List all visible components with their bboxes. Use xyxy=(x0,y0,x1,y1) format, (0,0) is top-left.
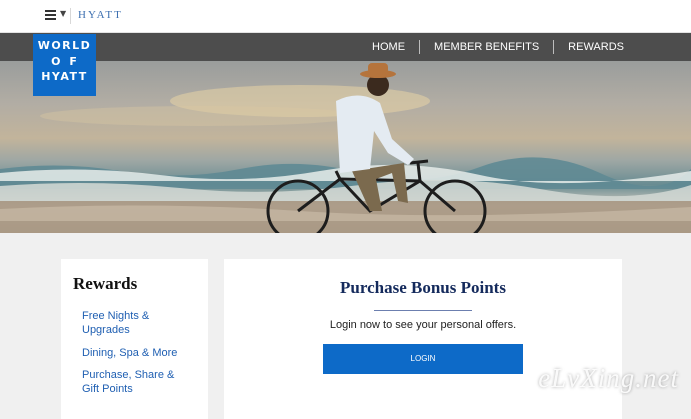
nav-rewards[interactable]: REWARDS xyxy=(554,41,638,54)
rewards-sidebar: Rewards Free Nights & Upgrades Dining, S… xyxy=(61,259,208,419)
sidebar-link-free-nights[interactable]: Free Nights & Upgrades xyxy=(82,310,192,337)
world-of-hyatt-logo[interactable]: WORLD OF HYATT xyxy=(33,34,96,96)
login-button[interactable]: LOGIN xyxy=(323,344,523,374)
hero-image xyxy=(0,61,691,233)
purchase-points-panel: Purchase Bonus Points Login now to see y… xyxy=(224,259,622,419)
logo-line: HYATT xyxy=(33,69,96,85)
nav-member-benefits[interactable]: MEMBER BENEFITS xyxy=(420,41,553,54)
logo-line: OF xyxy=(33,54,96,70)
hamburger-icon[interactable] xyxy=(45,10,56,20)
hyatt-brand-link[interactable]: HYATT xyxy=(78,9,123,21)
top-bar: ▼ HYATT xyxy=(0,0,691,33)
watermark: eLvXing.net xyxy=(538,363,679,394)
divider xyxy=(374,310,472,311)
sidebar-link-dining-spa[interactable]: Dining, Spa & More xyxy=(82,347,192,361)
login-message: Login now to see your personal offers. xyxy=(224,319,622,331)
divider xyxy=(70,8,71,24)
hero-illustration xyxy=(0,61,691,233)
main-nav: HOME MEMBER BENEFITS REWARDS xyxy=(0,33,691,61)
sidebar-link-purchase-share-gift[interactable]: Purchase, Share & Gift Points xyxy=(82,369,192,396)
logo-line: WORLD xyxy=(33,38,96,54)
chevron-down-icon[interactable]: ▼ xyxy=(60,9,66,18)
panel-title: Purchase Bonus Points xyxy=(224,278,622,298)
sidebar-title: Rewards xyxy=(73,274,137,294)
nav-home[interactable]: HOME xyxy=(358,41,419,54)
